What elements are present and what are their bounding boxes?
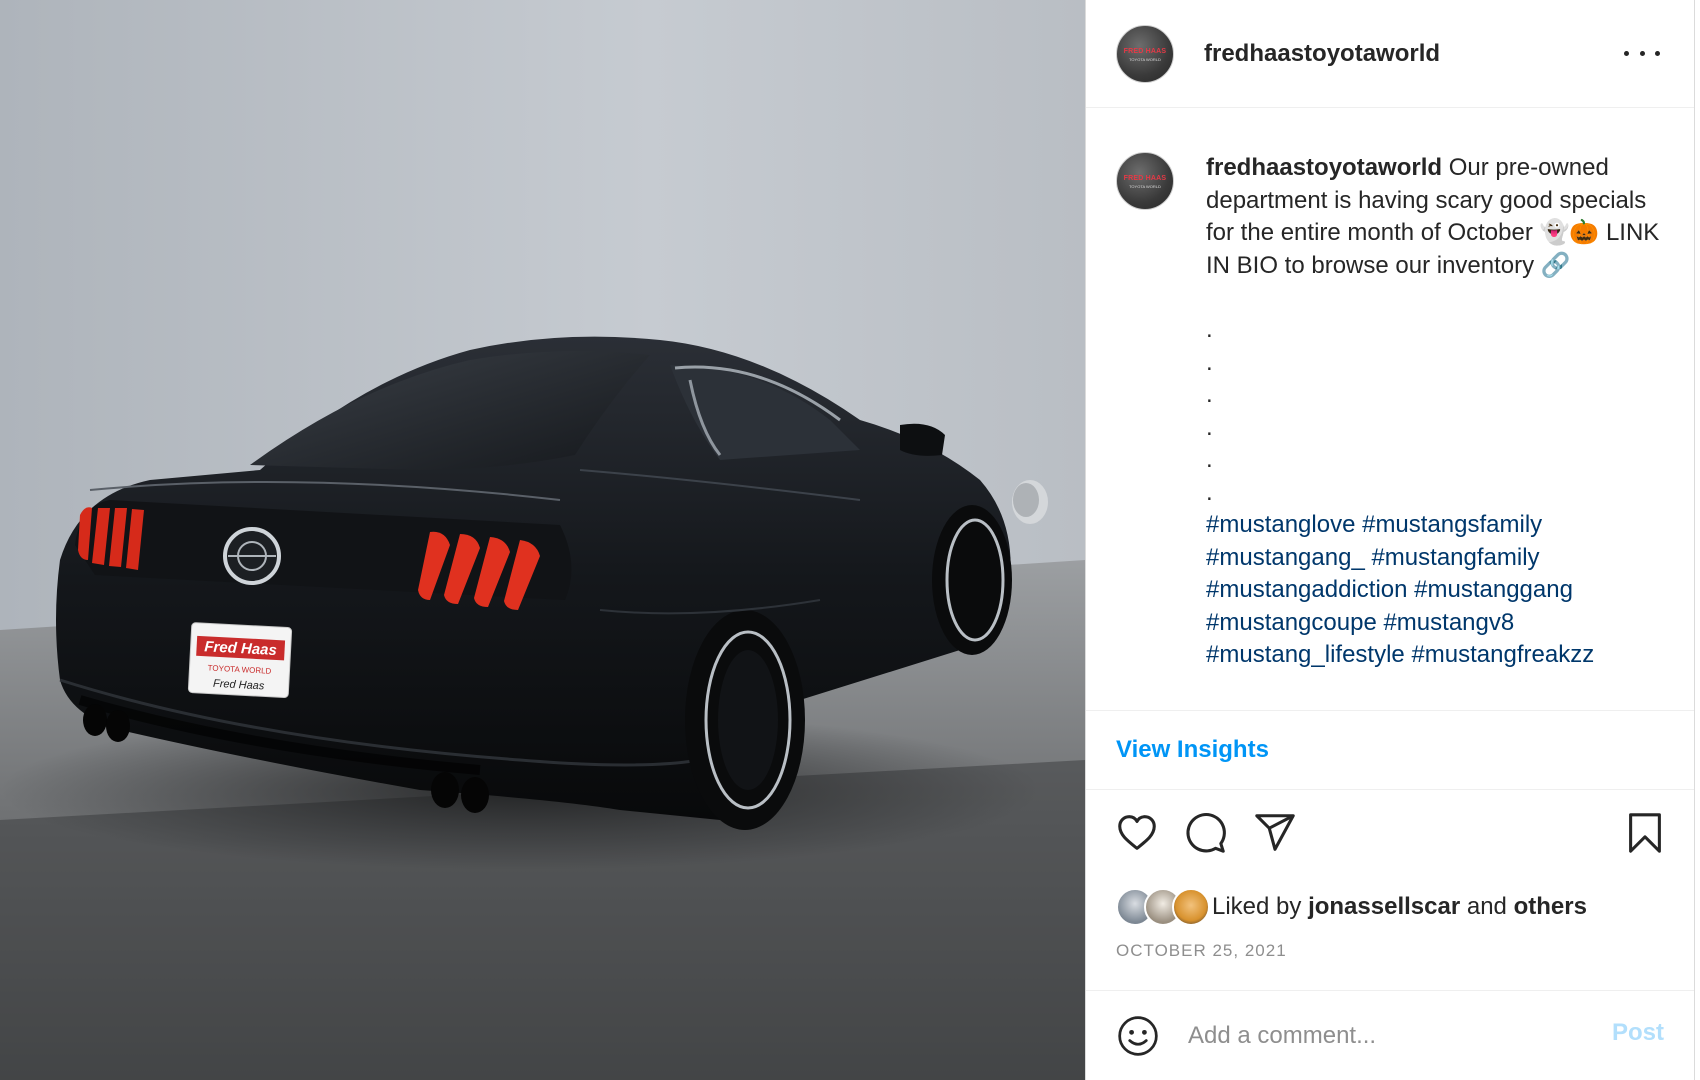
header-username[interactable]: fredhaastoyotaworld — [1204, 40, 1440, 68]
likes-middle: and — [1460, 893, 1514, 920]
likes-prefix: Liked by — [1212, 893, 1309, 920]
more-dot — [1639, 50, 1645, 56]
caption-body: fredhaastoyotaworld Our pre-owned depart… — [1206, 152, 1666, 672]
hashtag-list: #mustanglove #mustangsfamily #mustangang… — [1206, 509, 1666, 672]
caption-dot: . — [1206, 348, 1213, 376]
caption-dot: . — [1206, 478, 1213, 506]
comment-input[interactable] — [1188, 1015, 1588, 1056]
paper-plane-icon[interactable] — [1252, 810, 1298, 856]
more-options-icon[interactable] — [1624, 40, 1660, 66]
caption-dot: . — [1206, 446, 1213, 473]
hashtag-line[interactable]: #mustangang_ #mustangfamily — [1206, 542, 1666, 575]
comment-composer: Post — [1086, 990, 1694, 1080]
hashtag-line[interactable]: #mustanglove #mustangsfamily — [1206, 509, 1666, 542]
avatar-logo-text: FRED HAAS — [1123, 175, 1167, 182]
avatar-logo-text: FRED HAAS — [1123, 47, 1167, 55]
car-illustration: Fred Haas TOYOTA WORLD Fred Haas — [0, 0, 1085, 1080]
instagram-post: Fred Haas TOYOTA WORLD Fred Haas FRED HA… — [0, 0, 1700, 1080]
hashtag-line[interactable]: #mustangaddiction #mustanggang — [1206, 574, 1666, 607]
liker-username[interactable]: jonassellscar — [1308, 893, 1460, 920]
more-dot — [1624, 50, 1629, 56]
likes-others-link[interactable]: others — [1514, 893, 1587, 920]
caption-paragraph: fredhaastoyotaworld Our pre-owned depart… — [1206, 152, 1666, 282]
caption-dot: . — [1206, 316, 1213, 343]
liker-avatars[interactable] — [1116, 888, 1210, 926]
caption-dots: . . . . . . — [1206, 314, 1666, 509]
caption-dot: . — [1206, 413, 1213, 441]
more-dot — [1655, 50, 1660, 56]
hashtag-line[interactable]: #mustangcoupe #mustangv8 — [1206, 607, 1666, 640]
post-photo[interactable]: Fred Haas TOYOTA WORLD Fred Haas — [0, 0, 1085, 1080]
post-date[interactable]: OCTOBER 25, 2021 — [1116, 941, 1287, 961]
avatar-logo-subtext: TOYOTA WORLD — [1129, 184, 1161, 189]
likes-text: Liked by jonassellscar and others — [1212, 893, 1587, 921]
comment-bubble-icon[interactable] — [1182, 810, 1228, 856]
insights-row: View Insights — [1086, 710, 1694, 790]
bookmark-icon[interactable] — [1622, 810, 1668, 856]
account-avatar[interactable]: FRED HAAS TOYOTA WORLD — [1116, 24, 1174, 83]
view-insights-link[interactable]: View Insights — [1116, 736, 1269, 764]
caption-username[interactable]: fredhaastoyotaworld — [1206, 154, 1442, 181]
action-bar — [1086, 810, 1694, 866]
hashtag-line[interactable]: #mustang_lifestyle #mustangfreakzz — [1206, 639, 1666, 672]
caption-avatar[interactable]: FRED HAAS TOYOTA WORLD — [1116, 152, 1174, 210]
avatar-logo-subtext: TOYOTA WORLD — [1129, 56, 1161, 62]
smiley-face-icon[interactable] — [1116, 1014, 1160, 1058]
liker-avatar — [1172, 888, 1210, 926]
likes-summary: Liked by jonassellscar and others — [1116, 887, 1587, 927]
caption-dot: . — [1206, 381, 1213, 408]
post-header: FRED HAAS TOYOTA WORLD fredhaastoyotawor… — [1086, 0, 1694, 108]
heart-icon[interactable] — [1114, 810, 1160, 856]
post-details-panel: FRED HAAS TOYOTA WORLD fredhaastoyotawor… — [1085, 0, 1695, 1080]
caption-section: FRED HAAS TOYOTA WORLD fredhaastoyotawor… — [1086, 108, 1694, 710]
post-comment-button[interactable]: Post — [1612, 1019, 1664, 1047]
